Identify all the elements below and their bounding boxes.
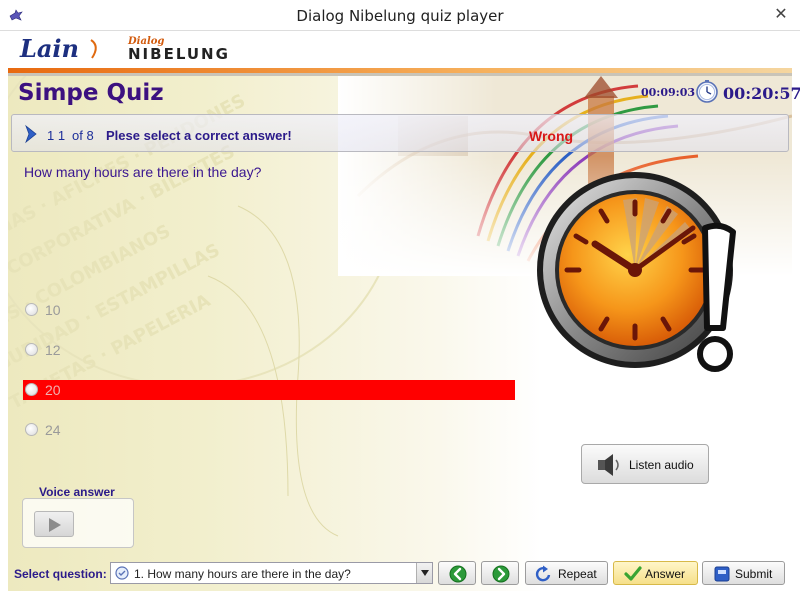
option-radio[interactable] xyxy=(25,383,38,396)
logo-band xyxy=(0,31,800,68)
question-select[interactable]: 1. How many hours are there in the day? xyxy=(110,562,433,584)
next-question-button[interactable] xyxy=(481,561,519,585)
window-title-bar: Dialog Nibelung quiz player ✕ xyxy=(0,0,800,31)
remaining-time: 00:20:57 xyxy=(723,84,800,103)
alarm-clock-warning-icon xyxy=(537,172,736,372)
repeat-button[interactable]: Repeat xyxy=(525,561,608,585)
question-select-value: 1. How many hours are there in the day? xyxy=(134,567,351,581)
elapsed-time: 00:09:03 xyxy=(641,86,696,99)
close-button[interactable]: ✕ xyxy=(770,5,792,25)
answer-status: Wrong xyxy=(529,128,574,144)
speaker-icon xyxy=(598,454,619,476)
answer-label: Answer xyxy=(645,567,686,581)
option-radio[interactable] xyxy=(25,303,38,316)
lain-logo: Lain xyxy=(20,34,79,63)
repeat-label: Repeat xyxy=(558,567,597,581)
submit-button[interactable]: Submit xyxy=(702,561,785,585)
previous-question-button[interactable] xyxy=(438,561,476,585)
answer-button[interactable]: Answer xyxy=(613,561,698,585)
listen-audio-label: Listen audio xyxy=(629,458,694,472)
submit-label: Submit xyxy=(735,567,773,581)
chevron-down-icon[interactable] xyxy=(416,563,432,583)
window-title: Dialog Nibelung quiz player xyxy=(296,7,504,25)
question-status-icon xyxy=(115,566,129,580)
lain-logo-swoosh xyxy=(90,39,97,59)
option-label: 24 xyxy=(45,422,61,438)
voice-answer-label: Voice answer xyxy=(39,485,115,499)
option-label: 12 xyxy=(45,342,61,358)
listen-audio-button[interactable]: Listen audio xyxy=(581,444,709,484)
option-radio[interactable] xyxy=(25,343,38,356)
instruction-text: Plese select a correct answer! xyxy=(106,128,292,143)
arrow-right-icon xyxy=(492,565,510,583)
option-radio[interactable] xyxy=(25,423,38,436)
voice-play-button[interactable] xyxy=(34,511,74,537)
question-total: of 8 xyxy=(72,128,94,143)
chevron-right-icon xyxy=(25,124,37,144)
stopwatch-icon xyxy=(696,80,718,103)
question-text: How many hours are there in the day? xyxy=(24,164,262,180)
option-10[interactable]: 10 xyxy=(23,300,515,320)
option-24[interactable]: 24 xyxy=(23,420,515,440)
play-icon xyxy=(49,518,61,532)
option-20[interactable]: 20 xyxy=(23,380,515,400)
checkmark-icon xyxy=(624,566,642,581)
submit-icon xyxy=(714,566,730,582)
option-12[interactable]: 12 xyxy=(23,340,515,360)
option-label: 10 xyxy=(45,302,61,318)
nibelung-logo: NIBELUNG xyxy=(128,45,230,63)
arrow-left-icon xyxy=(449,565,467,583)
repeat-icon xyxy=(535,565,551,582)
question-index: 1 1 xyxy=(47,128,66,143)
quiz-title: Simpe Quiz xyxy=(18,80,164,106)
select-question-label: Select question: xyxy=(14,567,107,581)
option-label: 20 xyxy=(45,382,61,398)
